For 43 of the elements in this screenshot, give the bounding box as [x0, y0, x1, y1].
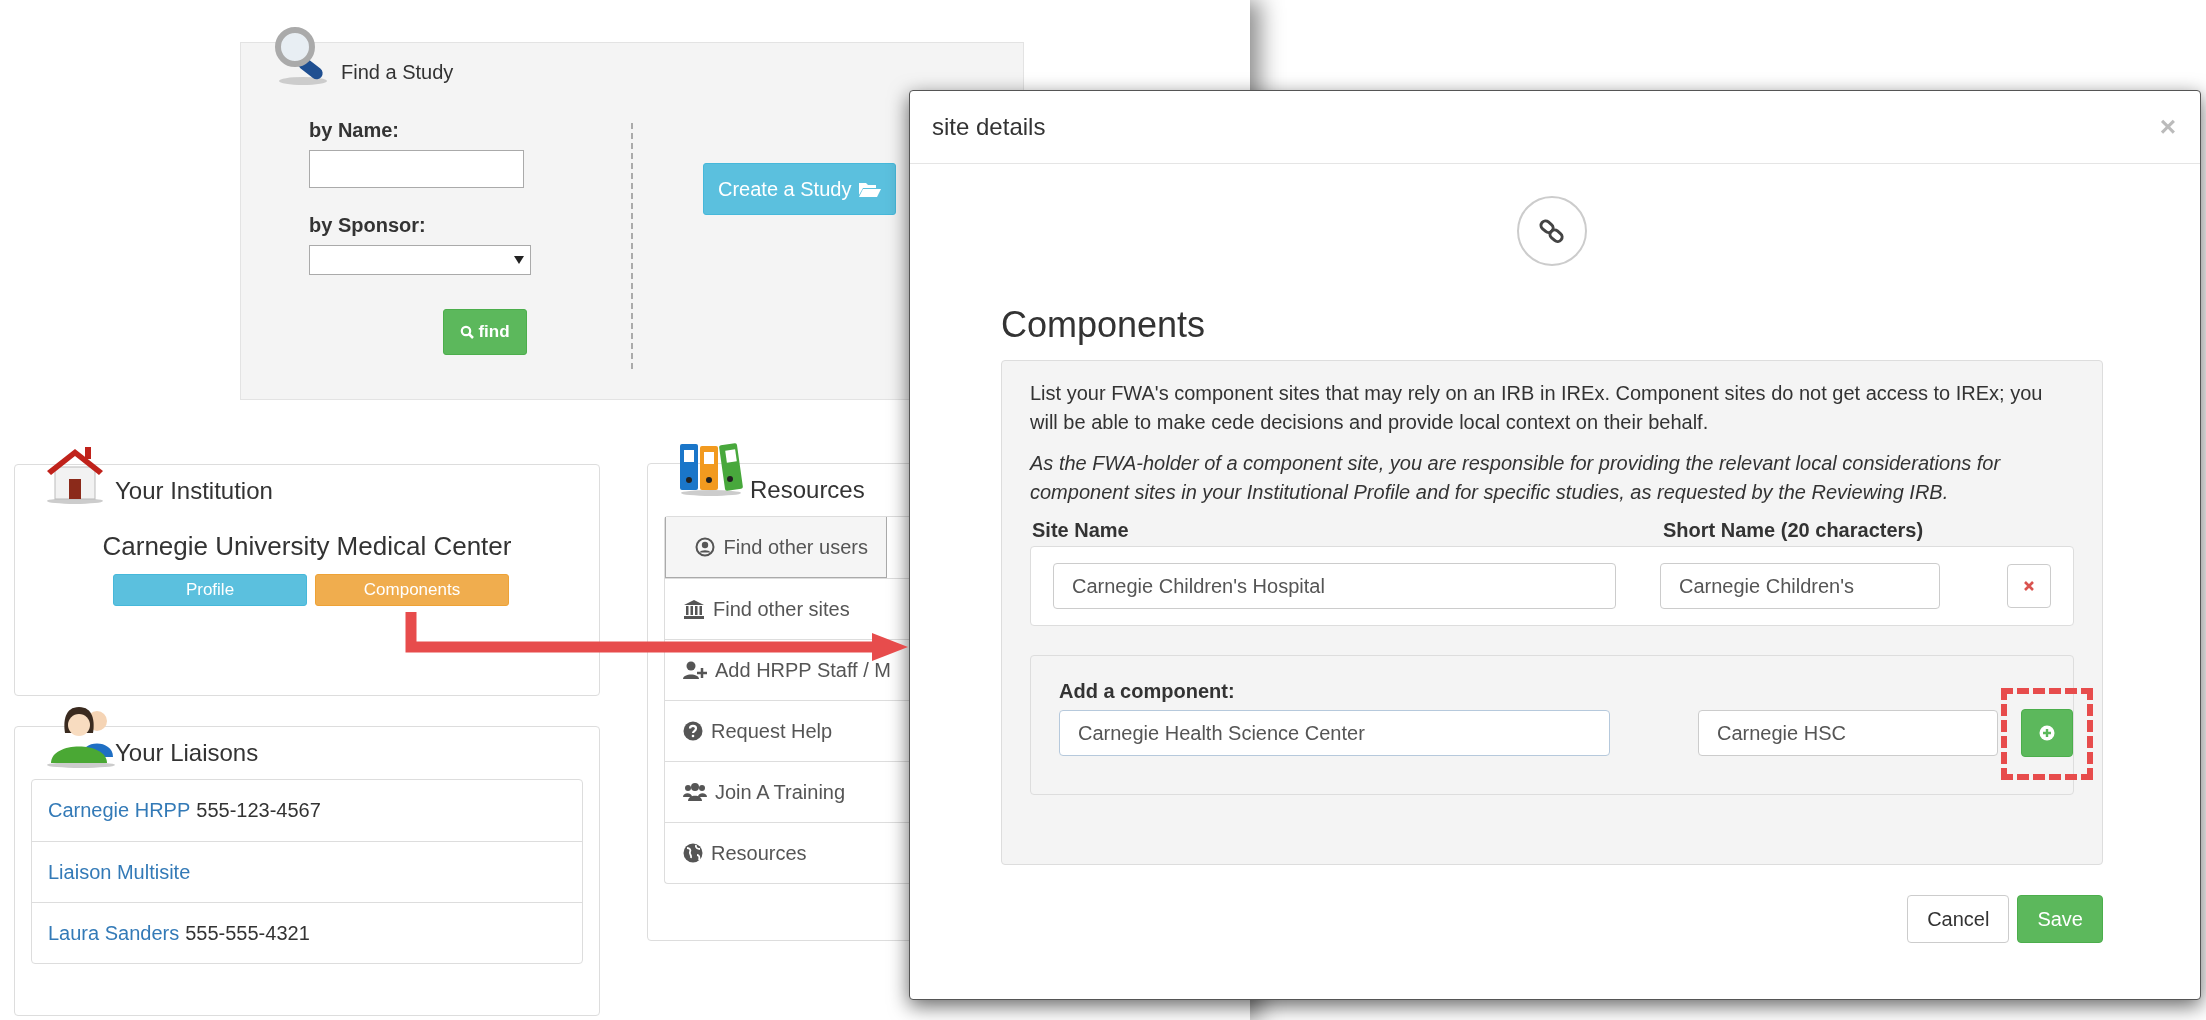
users-icon — [683, 782, 707, 802]
chain-link-icon — [1539, 218, 1565, 244]
search-icon — [460, 325, 475, 339]
liaison-link[interactable]: Liaison Multisite — [48, 860, 191, 884]
field-label: by Sponsor: — [309, 214, 427, 237]
save-button[interactable]: Save — [2017, 895, 2103, 943]
card-title: Your Institution — [115, 477, 273, 505]
short-name-input[interactable]: Carnegie Children's — [1660, 563, 1940, 609]
close-icon — [2024, 581, 2034, 591]
question-circle-icon — [683, 721, 703, 741]
field-label: Add a component: — [1059, 680, 1236, 703]
cancel-button[interactable]: Cancel — [1907, 895, 2010, 943]
user-circle-icon — [695, 537, 716, 557]
caret-icon — [514, 256, 524, 264]
find-button[interactable]: find — [443, 309, 527, 355]
folder-icon — [859, 181, 882, 197]
phone-number: 555-555-4321 — [185, 921, 310, 945]
user-plus-icon — [683, 660, 707, 680]
short-name-input[interactable]: Carnegie HSC — [1698, 710, 1998, 756]
intro-text: List your FWA's component sites that may rely on an IRB in IREx. Component sites do not get access to IREx; you will be able to make cede decisions and provide local context on their behalf. — [1030, 381, 2044, 435]
card-title: Your Liaisons — [115, 739, 259, 767]
name-input[interactable] — [309, 150, 524, 188]
delete-button[interactable] — [2007, 564, 2051, 608]
panel-title: Find a Study — [341, 61, 454, 84]
section-heading: Components — [1001, 304, 1207, 346]
site-name-input[interactable]: Carnegie Children's Hospital — [1053, 563, 1616, 609]
card-title: Resources — [750, 476, 865, 504]
plus-circle-icon — [2039, 725, 2055, 741]
site-name-input[interactable]: Carnegie Health Science Center — [1059, 710, 1611, 756]
field-label: by Name: — [309, 119, 401, 142]
resource-link[interactable]: Find other users — [665, 517, 887, 578]
column-label: Site Name — [1032, 519, 1130, 542]
column-label: Short Name (20 characters) — [1663, 519, 1924, 542]
globe-icon — [683, 843, 703, 863]
phone-number: 555-123-4567 — [196, 799, 321, 822]
institution-name: Carnegie University Medical Center — [102, 531, 512, 562]
add-button[interactable] — [2021, 709, 2073, 757]
liaison-link[interactable]: Carnegie HRPP — [48, 799, 191, 822]
sponsor-select[interactable] — [309, 245, 531, 275]
liaison-link[interactable]: Laura Sanders — [48, 921, 180, 945]
bank-icon — [683, 599, 705, 619]
modal-title: site details — [932, 113, 1046, 141]
note-text: As the FWA-holder of a component site, you are responsible for providing the relevant local considerations for component sites in your Institutional Profile and for specific studies, as requested by the Reviewing IRB. — [1030, 451, 2002, 505]
